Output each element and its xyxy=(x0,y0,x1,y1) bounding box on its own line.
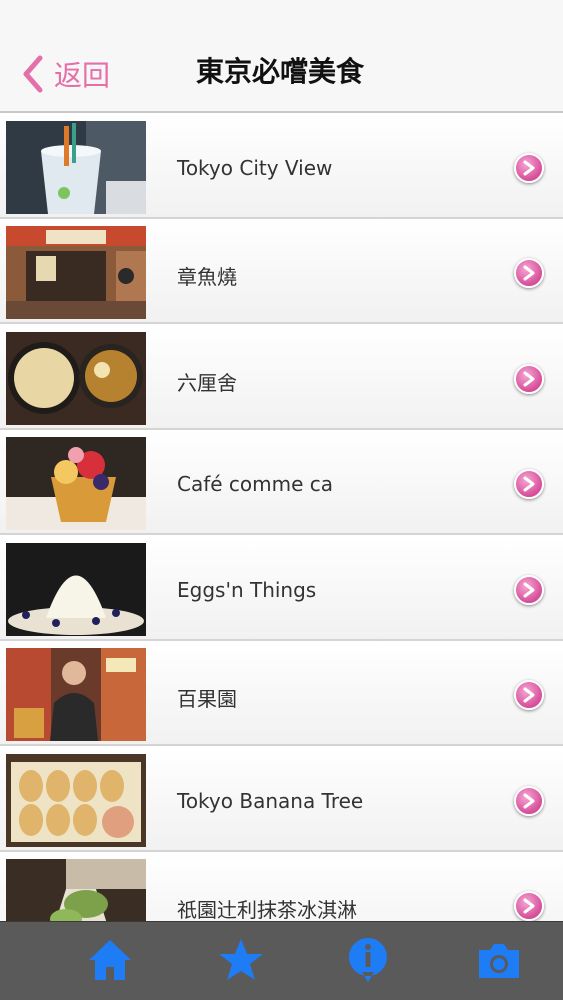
cocktail-drink-photo xyxy=(6,121,146,214)
item-label: 章魚燒 xyxy=(177,265,237,289)
whipped-cream-pancakes-photo xyxy=(6,543,146,636)
list-item[interactable]: Eggs'n Things xyxy=(0,537,563,641)
disclosure-button[interactable] xyxy=(514,891,544,921)
disclosure-button[interactable] xyxy=(514,364,544,394)
disclosure-button[interactable] xyxy=(514,786,544,816)
tab-info[interactable] xyxy=(344,936,392,984)
list-item[interactable]: 六厘舍 xyxy=(0,326,563,430)
back-button[interactable]: 返回 xyxy=(20,52,110,96)
chevron-right-icon xyxy=(523,582,535,598)
page-title: 東京必嚐美食 xyxy=(195,55,364,88)
list-item[interactable]: Café comme ca xyxy=(0,431,563,535)
item-label: 百果園 xyxy=(177,687,237,711)
tab-camera[interactable] xyxy=(475,936,523,984)
item-label: 六厘舍 xyxy=(177,371,237,395)
disclosure-button[interactable] xyxy=(514,258,544,288)
item-label: 祇園辻利抹茶冰淇淋 xyxy=(177,898,357,921)
chevron-left-icon xyxy=(23,55,43,93)
list-item[interactable]: 祇園辻利抹茶冰淇淋 xyxy=(0,853,563,921)
item-label: Café comme ca xyxy=(177,472,334,496)
list-item[interactable]: Tokyo City View xyxy=(0,115,563,219)
tab-bar xyxy=(0,921,563,1000)
chevron-right-icon xyxy=(523,898,535,914)
disclosure-button[interactable] xyxy=(514,469,544,499)
tab-home[interactable] xyxy=(86,936,134,984)
matcha-ice-cream-photo xyxy=(6,859,146,921)
list-item[interactable]: Tokyo Banana Tree xyxy=(0,748,563,852)
chevron-right-icon xyxy=(523,687,535,703)
home-icon xyxy=(89,940,131,980)
chevron-right-icon xyxy=(523,793,535,809)
fruit-shop-vendor-photo xyxy=(6,648,146,741)
fruit-tart-photo xyxy=(6,437,146,530)
chevron-right-icon xyxy=(523,160,535,176)
list-item[interactable]: 百果園 xyxy=(0,642,563,746)
chevron-right-icon xyxy=(523,476,535,492)
chevron-right-icon xyxy=(523,371,535,387)
disclosure-button[interactable] xyxy=(514,680,544,710)
info-icon xyxy=(348,938,387,982)
disclosure-button[interactable] xyxy=(514,575,544,605)
item-label: Eggs'n Things xyxy=(177,578,317,602)
item-label: Tokyo City View xyxy=(177,156,333,180)
camera-icon xyxy=(479,944,519,978)
chevron-right-icon xyxy=(523,265,535,281)
tab-favorites[interactable] xyxy=(217,936,265,984)
item-label: Tokyo Banana Tree xyxy=(177,789,364,813)
restaurant-list: Tokyo City View 章魚燒 六厘舍 Café comme ca Eg… xyxy=(0,115,563,921)
tsukemen-noodles-photo xyxy=(6,332,146,425)
disclosure-button[interactable] xyxy=(514,153,544,183)
list-item[interactable]: 章魚燒 xyxy=(0,220,563,324)
back-button-label: 返回 xyxy=(54,59,111,92)
banana-cakes-box-photo xyxy=(6,754,146,847)
star-icon xyxy=(219,939,263,980)
takoyaki-stall-photo xyxy=(6,226,146,319)
navigation-bar: 返回 東京必嚐美食 xyxy=(0,0,563,113)
